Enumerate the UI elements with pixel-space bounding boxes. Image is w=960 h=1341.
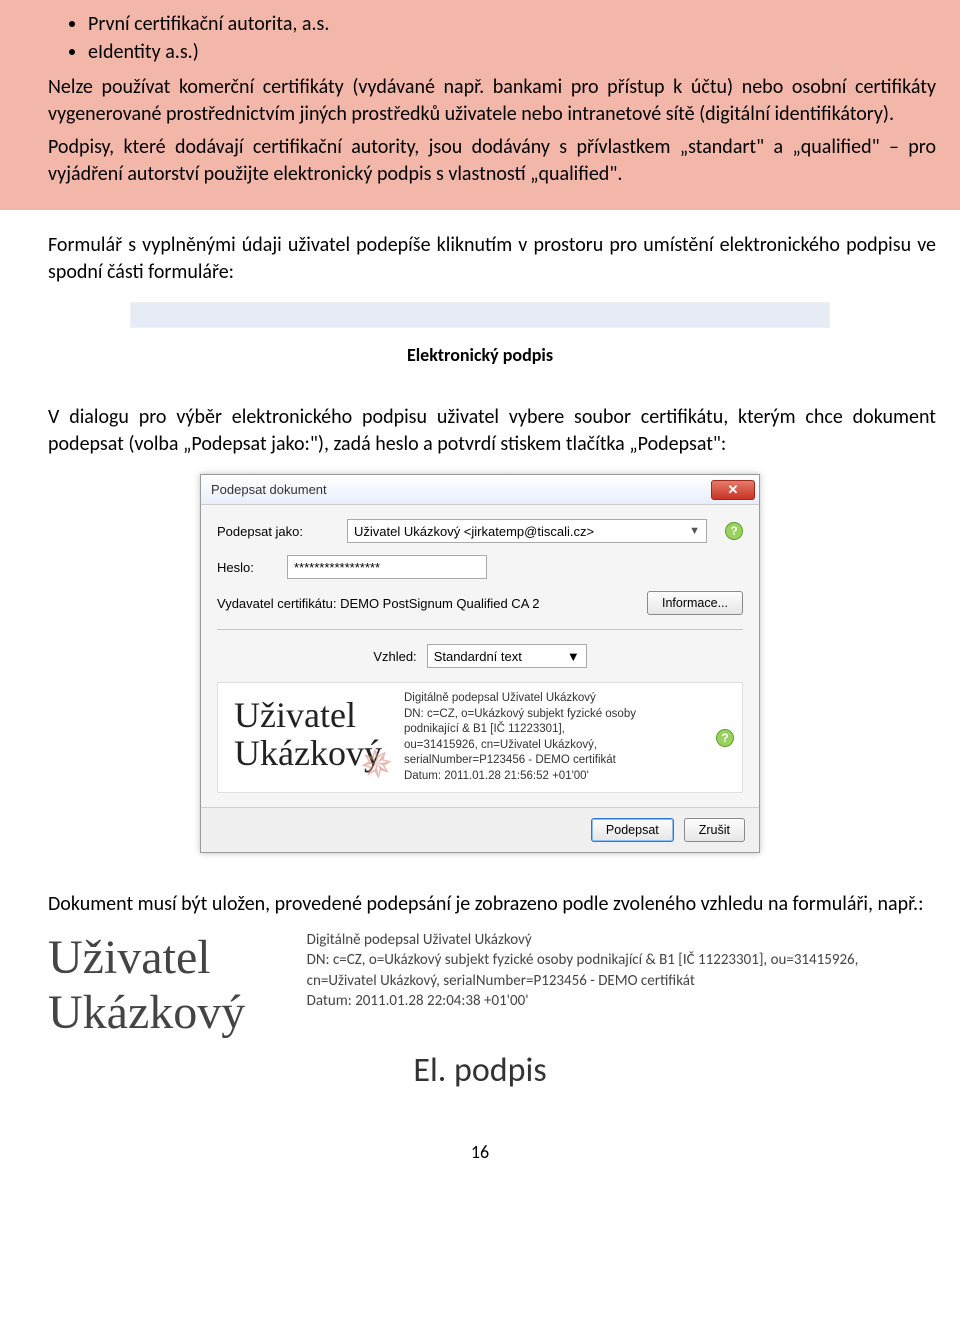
close-button[interactable]: ✕ bbox=[711, 480, 755, 500]
highlight-paragraph: Nelze používat komerční certifikáty (vyd… bbox=[48, 74, 936, 128]
password-input[interactable]: ***************** bbox=[287, 555, 487, 579]
signature-detail-line: Digitálně podepsal Uživatel Ukázkový bbox=[307, 930, 912, 950]
preview-name-line: Uživatel bbox=[234, 695, 356, 735]
issuer-label: Vydavatel certifikátu: DEMO PostSignum Q… bbox=[217, 596, 540, 611]
chevron-down-icon: ▼ bbox=[567, 649, 580, 664]
highlight-paragraph: Podpisy, které dodávají certifikační aut… bbox=[48, 134, 936, 188]
signature-details: Digitálně podepsal Uživatel Ukázkový DN:… bbox=[307, 930, 912, 1011]
preview-detail-line: ou=31415926, cn=Uživatel Ukázkový, seria… bbox=[404, 738, 694, 769]
signature-preview-details: Digitálně podepsal Uživatel Ukázkový DN:… bbox=[404, 691, 694, 784]
password-label: Heslo: bbox=[217, 560, 277, 575]
preview-detail-line: Digitálně podepsal Uživatel Ukázkový bbox=[404, 691, 694, 707]
page-number: 16 bbox=[0, 1141, 960, 1183]
chevron-down-icon: ▼ bbox=[689, 525, 700, 537]
paragraph: V dialogu pro výběr elektronického podpi… bbox=[0, 382, 960, 458]
signature-preview-name: Uživatel Ukázkový ✵ bbox=[226, 691, 390, 784]
signature-preview: Uživatel Ukázkový ✵ Digitálně podepsal U… bbox=[217, 682, 743, 793]
appearance-value: Standardní text bbox=[434, 649, 522, 664]
list-item: První certifikační autorita, a.s. bbox=[88, 12, 936, 36]
help-icon[interactable]: ? bbox=[725, 522, 743, 540]
dialog-titlebar: Podepsat dokument ✕ bbox=[201, 475, 759, 505]
signature-detail-line: Datum: 2011.01.28 22:04:38 +01'00' bbox=[307, 991, 912, 1011]
divider bbox=[217, 629, 743, 630]
sign-dialog: Podepsat dokument ✕ Podepsat jako: Uživa… bbox=[200, 474, 760, 853]
help-icon[interactable]: ? bbox=[716, 729, 734, 747]
signature-placeholder-area bbox=[130, 302, 830, 328]
highlight-box: První certifikační autorita, a.s. eIdent… bbox=[0, 0, 960, 210]
cancel-button[interactable]: Zrušit bbox=[684, 818, 745, 842]
sign-button[interactable]: Podepsat bbox=[591, 818, 674, 842]
signature-display: Uživatel Ukázkový Digitálně podepsal Uži… bbox=[48, 930, 912, 1040]
password-value: ***************** bbox=[294, 560, 380, 575]
appearance-dropdown[interactable]: Standardní text ▼ bbox=[427, 644, 587, 668]
signature-caption: El. podpis bbox=[0, 1050, 960, 1091]
preview-detail-line: DN: c=CZ, o=Ukázkový subjekt fyzické oso… bbox=[404, 707, 694, 738]
paragraph: Formulář s vyplněnými údaji uživatel pod… bbox=[0, 210, 960, 286]
sign-as-label: Podepsat jako: bbox=[217, 524, 337, 539]
paragraph: Dokument musí být uložen, provedené pode… bbox=[0, 869, 960, 918]
bullet-list: První certifikační autorita, a.s. eIdent… bbox=[88, 12, 936, 64]
ribbon-icon: ✵ bbox=[358, 742, 397, 788]
list-item: eIdentity a.s.) bbox=[88, 40, 936, 64]
signature-name: Uživatel Ukázkový bbox=[48, 930, 287, 1040]
dialog-title: Podepsat dokument bbox=[211, 482, 327, 497]
preview-detail-line: Datum: 2011.01.28 21:56:52 +01'00' bbox=[404, 769, 694, 785]
sign-as-dropdown[interactable]: Uživatel Ukázkový <jirkatemp@tiscali.cz>… bbox=[347, 519, 707, 543]
sign-as-value: Uživatel Ukázkový <jirkatemp@tiscali.cz> bbox=[354, 524, 594, 539]
signature-detail-line: DN: c=CZ, o=Ukázkový subjekt fyzické oso… bbox=[307, 950, 912, 991]
info-button[interactable]: Informace... bbox=[647, 591, 743, 615]
signature-placeholder-screenshot: Elektronický podpis bbox=[130, 302, 830, 366]
signature-placeholder-caption: Elektronický podpis bbox=[130, 344, 830, 366]
appearance-label: Vzhled: bbox=[373, 649, 416, 664]
